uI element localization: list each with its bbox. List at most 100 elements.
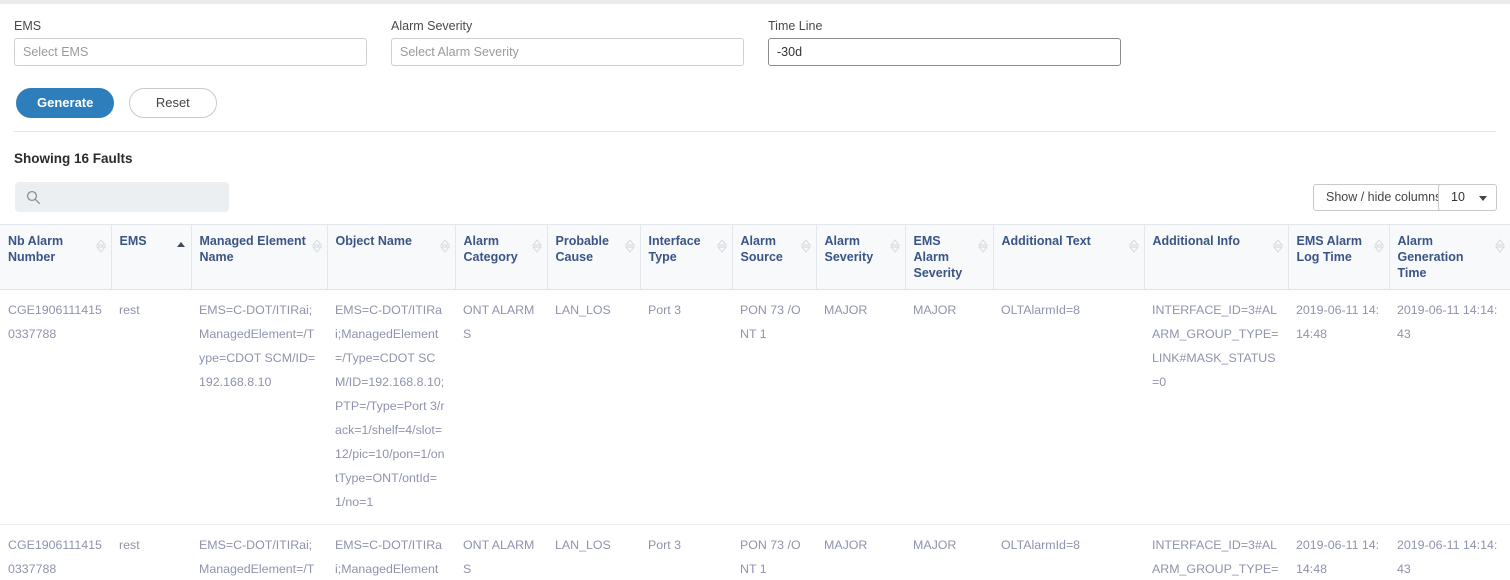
cell-additional-info: INTERFACE_ID=3#ALARM_GROUP_TYPE=LINK#MAS… xyxy=(1144,289,1288,525)
column-header-probable-cause[interactable]: Probable Cause xyxy=(547,224,641,290)
sort-none-icon[interactable] xyxy=(1128,239,1139,253)
cell-interface-type: Port 3 xyxy=(640,524,732,580)
cell-probable-cause: LAN_LOS xyxy=(547,524,640,580)
column-label: Nb Alarm Number xyxy=(8,234,64,264)
column-header-ems-alarm-log-time[interactable]: EMS Alarm Log Time xyxy=(1288,224,1390,290)
table-body: CGE19061114150337788 rest EMS=C-DOT/ITIR… xyxy=(0,289,1510,580)
cell-alarm-severity: MAJOR xyxy=(816,524,905,580)
column-header-alarm-source[interactable]: Alarm Source xyxy=(732,224,817,290)
alarm-severity-label: Alarm Severity xyxy=(391,19,473,33)
faults-table-container[interactable]: Nb Alarm Number EMS Managed Element Name… xyxy=(0,224,1510,580)
sort-ascending-icon[interactable] xyxy=(176,239,186,253)
column-header-ems-alarm-severity[interactable]: EMS Alarm Severity xyxy=(905,224,994,290)
column-header-ems[interactable]: EMS xyxy=(111,224,192,290)
alarm-severity-field-group: Alarm Severity Select Alarm Severity xyxy=(391,18,744,66)
sort-none-icon[interactable] xyxy=(977,239,988,253)
time-line-field-group: Time Line -30d xyxy=(768,18,1121,66)
cell-additional-text: OLTAlarmId=8 xyxy=(993,289,1144,525)
faults-table: Nb Alarm Number EMS Managed Element Name… xyxy=(0,224,1510,580)
cell-alarm-source: PON 73 /ONT 1 xyxy=(732,524,816,580)
time-line-label: Time Line xyxy=(768,19,823,33)
sort-none-icon[interactable] xyxy=(95,239,106,253)
cell-ems: rest xyxy=(111,289,191,525)
cell-managed-element-name: EMS=C-DOT/ITIRai;ManagedElement=/Type=CD… xyxy=(191,524,327,580)
sort-none-icon[interactable] xyxy=(716,239,727,253)
column-label: EMS Alarm Severity xyxy=(913,234,963,280)
column-label: Alarm Generation Time xyxy=(1397,234,1464,280)
column-label: Additional Info xyxy=(1152,234,1240,248)
alarm-severity-select[interactable]: Select Alarm Severity xyxy=(391,38,744,66)
section-divider xyxy=(14,131,1496,132)
sort-none-icon[interactable] xyxy=(531,239,542,253)
column-label: Probable Cause xyxy=(555,234,610,264)
cell-nb-alarm-number: CGE19061114150337788 xyxy=(0,289,111,525)
fault-management-page: EMS Select EMS Alarm Severity Select Ala… xyxy=(0,0,1510,580)
column-header-nb-alarm-number[interactable]: Nb Alarm Number xyxy=(0,224,112,290)
cell-alarm-source: PON 73 /ONT 1 xyxy=(732,289,816,525)
table-header-row: Nb Alarm Number EMS Managed Element Name… xyxy=(0,224,1510,290)
cell-interface-type: Port 3 xyxy=(640,289,732,525)
cell-managed-element-name: EMS=C-DOT/ITIRai;ManagedElement=/Type=CD… xyxy=(191,289,327,525)
column-label: Alarm Severity xyxy=(824,234,874,264)
cell-alarm-generation-time: 2019-06-11 14:14:43 xyxy=(1389,289,1510,525)
generate-button[interactable]: Generate xyxy=(16,88,115,118)
cell-ems-alarm-log-time: 2019-06-11 14:14:48 xyxy=(1288,524,1389,580)
page-size-select[interactable]: 10 xyxy=(1438,184,1497,211)
column-label: EMS Alarm Log Time xyxy=(1296,234,1363,264)
ems-select[interactable]: Select EMS xyxy=(14,38,367,66)
chevron-down-icon xyxy=(1479,196,1487,201)
cell-nb-alarm-number: CGE19061114150337788 xyxy=(0,524,111,580)
sort-none-icon[interactable] xyxy=(439,239,450,253)
cell-ems: rest xyxy=(111,524,191,580)
page-size-value: 10 xyxy=(1451,190,1465,204)
column-header-alarm-category[interactable]: Alarm Category xyxy=(455,224,548,290)
column-header-alarm-generation-time[interactable]: Alarm Generation Time xyxy=(1389,224,1510,290)
sort-none-icon[interactable] xyxy=(800,239,811,253)
cell-additional-text: OLTAlarmId=8 xyxy=(993,524,1144,580)
ems-label: EMS xyxy=(14,19,42,33)
column-label: Alarm Source xyxy=(740,234,783,264)
column-header-additional-info[interactable]: Additional Info xyxy=(1144,224,1289,290)
sort-none-icon[interactable] xyxy=(311,239,322,253)
filter-actions: Generate Reset xyxy=(16,88,217,118)
reset-button[interactable]: Reset xyxy=(128,88,217,118)
column-header-object-name[interactable]: Object Name xyxy=(327,224,456,290)
sort-none-icon[interactable] xyxy=(889,239,900,253)
search-input[interactable] xyxy=(48,183,226,211)
cell-alarm-generation-time: 2019-06-11 14:14:43 xyxy=(1389,524,1510,580)
cell-object-name: EMS=C-DOT/ITIRai;ManagedElement=/Type=CD… xyxy=(327,289,455,525)
cell-alarm-category: ONT ALARMS xyxy=(455,524,547,580)
showing-faults-count: Showing 16 Faults xyxy=(14,151,133,166)
cell-object-name: EMS=C-DOT/ITIRai;ManagedElement=/Type=CD… xyxy=(327,524,455,580)
search-box[interactable] xyxy=(15,182,229,212)
column-header-interface-type[interactable]: Interface Type xyxy=(640,224,733,290)
sort-none-icon[interactable] xyxy=(1494,239,1506,253)
column-header-alarm-severity[interactable]: Alarm Severity xyxy=(816,224,906,290)
cell-ems-alarm-log-time: 2019-06-11 14:14:48 xyxy=(1288,289,1389,525)
sort-none-icon[interactable] xyxy=(1373,239,1384,253)
table-header: Nb Alarm Number EMS Managed Element Name… xyxy=(0,224,1510,290)
cell-probable-cause: LAN_LOS xyxy=(547,289,640,525)
column-label: Additional Text xyxy=(1001,234,1091,248)
search-icon xyxy=(26,190,41,205)
table-row[interactable]: CGE19061114150337788 rest EMS=C-DOT/ITIR… xyxy=(0,289,1510,525)
cell-alarm-severity: MAJOR xyxy=(816,289,905,525)
show-hide-columns-button[interactable]: Show / hide columns xyxy=(1313,184,1455,211)
sort-none-icon[interactable] xyxy=(624,239,635,253)
cell-alarm-category: ONT ALARMS xyxy=(455,289,547,525)
filter-bar: EMS Select EMS Alarm Severity Select Ala… xyxy=(0,4,1510,131)
column-header-additional-text[interactable]: Additional Text xyxy=(993,224,1145,290)
column-label: Object Name xyxy=(335,234,412,248)
cell-ems-alarm-severity: MAJOR xyxy=(905,289,993,525)
cell-additional-info: INTERFACE_ID=3#ALARM_GROUP_TYPE=LINK#MAS… xyxy=(1144,524,1288,580)
ems-field-group: EMS Select EMS xyxy=(14,18,367,66)
column-label: Managed Element Name xyxy=(199,234,306,264)
column-header-managed-element-name[interactable]: Managed Element Name xyxy=(191,224,328,290)
table-row[interactable]: CGE19061114150337788 rest EMS=C-DOT/ITIR… xyxy=(0,524,1510,580)
cell-ems-alarm-severity: MAJOR xyxy=(905,524,993,580)
column-label: EMS xyxy=(119,234,147,248)
column-label: Alarm Category xyxy=(463,234,518,264)
time-line-input[interactable]: -30d xyxy=(768,38,1121,66)
sort-none-icon[interactable] xyxy=(1272,239,1283,253)
column-label: Interface Type xyxy=(648,234,701,264)
